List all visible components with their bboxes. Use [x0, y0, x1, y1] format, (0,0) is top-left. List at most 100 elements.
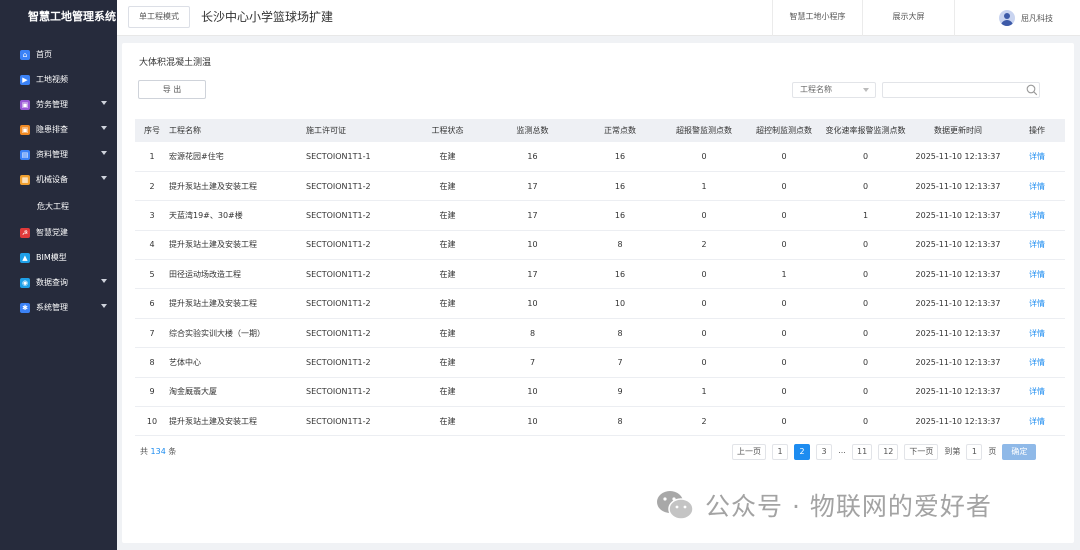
detail-link[interactable]: 详情 — [1009, 318, 1065, 347]
pagination: 上一页 1 2 3... 11 12 下一页 到第 1 页确定 — [732, 443, 1037, 460]
table-cell: 0 — [862, 416, 869, 426]
table-cell: 在建 — [439, 210, 456, 220]
table-cell: 2 — [701, 416, 707, 426]
table-cell: 6 — [149, 299, 155, 309]
sidebar-item-1[interactable]: ▶ 工地视频 — [0, 67, 117, 92]
page-button[interactable]: 12 — [878, 443, 899, 460]
table-cell: 10 — [146, 416, 158, 426]
page-button[interactable]: 1 — [772, 443, 788, 460]
sidebar-item-label: 隐患排查 — [36, 125, 68, 134]
user-menu[interactable]: 屈凡科技 — [954, 0, 1080, 36]
column-header: 数据更新时间 — [934, 126, 982, 135]
chevron-down-icon — [101, 176, 107, 180]
table-cell: 1 — [862, 210, 869, 220]
hazard-icon: ▣ — [20, 124, 30, 135]
table-row: 6 提升泵站土建及安装工程 SECTOION1T1-2 在建 10 10 0 0 0 2025-1… — [135, 289, 1065, 319]
sidebar-item-10[interactable]: ✱ 系统管理 — [0, 295, 117, 320]
table-cell: 0 — [701, 151, 707, 161]
sidebar-item-3[interactable]: ▣ 隐患排查 — [0, 117, 117, 142]
table-cell: 0 — [862, 328, 869, 338]
table-row: 8 艺体中心 SECTOION1T1-2 在建 7 7 0 0 0 2025-11-10 12:1… — [135, 348, 1065, 378]
goto-page-input[interactable]: 1 — [966, 443, 983, 460]
table-cell: 16 — [614, 210, 626, 220]
search-input[interactable] — [882, 82, 1040, 98]
display-screen-link[interactable]: 展示大屏 — [862, 0, 954, 36]
mini-program-link[interactable]: 智慧工地小程序 — [772, 0, 862, 36]
table-cell: 0 — [862, 181, 869, 191]
page-button[interactable]: 11 — [852, 443, 873, 460]
table-row: 4 提升泵站土建及安装工程 SECTOION1T1-2 在建 10 8 2 0 0 2025-11… — [135, 230, 1065, 260]
chevron-down-icon — [101, 304, 107, 308]
table-cell: 0 — [781, 328, 787, 338]
sidebar-item-4[interactable]: ▤ 资料管理 — [0, 142, 117, 167]
total-count: 共 134 条 — [140, 446, 176, 457]
table-cell: SECTOION1T1-2 — [306, 328, 371, 338]
table-cell: 提升泵站土建及安装工程 — [169, 416, 257, 426]
table-cell: 8 — [617, 240, 623, 250]
sidebar-item-6[interactable]: 危大工程 — [0, 192, 117, 220]
column-header: 操作 — [1029, 126, 1045, 135]
search-icon[interactable] — [1026, 84, 1038, 96]
sidebar-item-label: 数据查询 — [36, 278, 68, 287]
table-cell: 2025-11-10 12:13:37 — [915, 328, 1001, 338]
labor-icon: ▣ — [20, 99, 30, 110]
sidebar-item-0[interactable]: ⌂ 首页 — [0, 42, 117, 67]
prev-page-button[interactable]: 上一页 — [732, 443, 766, 460]
detail-link[interactable]: 详情 — [1009, 171, 1065, 200]
table-cell: 0 — [781, 181, 787, 191]
table-cell: 田径运动场改造工程 — [169, 269, 241, 279]
detail-link[interactable]: 详情 — [1009, 407, 1065, 436]
detail-link[interactable]: 详情 — [1009, 230, 1065, 259]
project-title: 长沙中心小学篮球场扩建 — [201, 10, 334, 24]
sidebar-item-label: 工地视频 — [36, 75, 68, 84]
table-cell: 0 — [701, 299, 707, 309]
bim-icon: ▲ — [20, 252, 30, 263]
detail-link[interactable]: 详情 — [1009, 142, 1065, 171]
column-header: 施工许可证 — [306, 126, 346, 135]
table-cell: 提升泵站土建及安装工程 — [169, 240, 257, 250]
data-query-icon: ◉ — [20, 277, 30, 288]
table-cell: 0 — [701, 357, 707, 367]
sidebar-item-5[interactable]: ▦ 机械设备 — [0, 167, 117, 192]
total-suffix: 条 — [168, 447, 177, 456]
table-cell: SECTOION1T1-2 — [306, 299, 371, 309]
table-cell: 10 — [614, 299, 626, 309]
watermark: 公众号 · 物联网的爱好者 — [655, 487, 992, 523]
table-cell: 2025-11-10 12:13:37 — [915, 387, 1001, 397]
next-page-button[interactable]: 下一页 — [904, 443, 939, 460]
table-cell: 10 — [527, 416, 538, 426]
chevron-down-icon — [863, 88, 869, 92]
detail-link[interactable]: 详情 — [1009, 260, 1065, 289]
detail-link[interactable]: 详情 — [1009, 289, 1065, 318]
table-cell: 1 — [149, 151, 155, 161]
page-button[interactable]: 3 — [816, 443, 832, 460]
table-cell: 16 — [614, 269, 626, 279]
single-project-mode-button[interactable]: 单工程模式 — [128, 6, 190, 28]
sidebar-item-label: 劳务管理 — [36, 100, 68, 109]
sidebar-item-7[interactable]: ☭ 智慧党建 — [0, 220, 117, 245]
top-bar: 单工程模式 长沙中心小学篮球场扩建 智慧工地小程序 展示大屏 屈凡科技 — [117, 0, 1080, 36]
table-cell: 提升泵站土建及安装工程 — [169, 181, 257, 191]
detail-link[interactable]: 详情 — [1009, 348, 1065, 377]
detail-link[interactable]: 详情 — [1009, 377, 1065, 406]
column-header: 序号 — [144, 126, 160, 135]
table-row: 2 提升泵站土建及安装工程 SECTOION1T1-2 在建 17 16 1 0 0 2025-1… — [135, 171, 1065, 201]
page-button[interactable]: 2 — [794, 443, 810, 460]
column-header: 工程名称 — [169, 126, 201, 135]
table-cell: 在建 — [439, 416, 456, 426]
table-cell: 0 — [781, 387, 787, 397]
sidebar-item-2[interactable]: ▣ 劳务管理 — [0, 92, 117, 117]
sidebar-item-label: 智慧党建 — [36, 228, 68, 237]
table-cell: 16 — [527, 151, 538, 161]
project-name-select[interactable]: 工程名称 — [792, 82, 876, 98]
confirm-button[interactable]: 确定 — [1002, 443, 1037, 460]
table-cell: 在建 — [439, 181, 456, 191]
table-cell: 0 — [862, 269, 869, 279]
export-button[interactable]: 导 出 — [138, 80, 206, 99]
sidebar-item-8[interactable]: ▲ BIM模型 — [0, 245, 117, 270]
sidebar-item-9[interactable]: ◉ 数据查询 — [0, 270, 117, 295]
detail-link[interactable]: 详情 — [1009, 201, 1065, 230]
table-cell: 0 — [781, 299, 787, 309]
table-cell: 0 — [862, 240, 869, 250]
table-cell: 2025-11-10 12:13:37 — [915, 181, 1001, 191]
